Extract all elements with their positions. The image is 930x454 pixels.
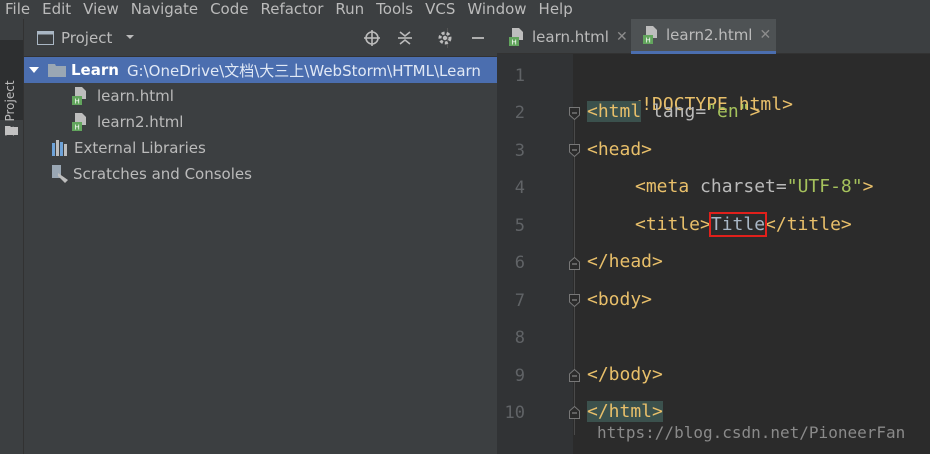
- svg-text:H: H: [75, 124, 80, 132]
- tab-learn-html[interactable]: H learn.html ✕: [497, 19, 631, 54]
- code-text-title: Title: [708, 212, 768, 237]
- tool-window-strip: 1: Project: [0, 19, 24, 454]
- code-tag: </html>: [587, 401, 663, 422]
- fold-guide: [574, 117, 575, 435]
- code-string: "UTF-8": [786, 176, 863, 197]
- html-file-icon: H: [72, 113, 86, 132]
- close-icon[interactable]: ✕: [759, 27, 771, 43]
- tree-item-label: External Libraries: [74, 139, 206, 157]
- project-panel-title[interactable]: Project: [61, 29, 112, 47]
- menu-tools[interactable]: Tools: [371, 0, 420, 19]
- code-line-1[interactable]: <!DOCTYPE html>: [587, 60, 793, 115]
- code-tag: <title>: [635, 214, 711, 235]
- svg-text:H: H: [75, 98, 80, 106]
- tree-scratches-consoles[interactable]: Scratches and Consoles: [24, 161, 497, 187]
- html-file-icon: H: [72, 87, 86, 106]
- line-number: 9: [514, 366, 525, 386]
- library-icon: [52, 140, 67, 156]
- project-panel-header: Project: [24, 19, 497, 57]
- tree-item-label: Scratches and Consoles: [73, 165, 252, 183]
- svg-text:H: H: [512, 38, 517, 46]
- fold-open-icon[interactable]: [569, 107, 580, 120]
- project-view-icon: [37, 31, 54, 45]
- code-line-9[interactable]: </body>: [587, 360, 663, 390]
- folder-icon: [48, 64, 66, 77]
- code-attr: lang=: [641, 101, 707, 122]
- line-number: 2: [514, 103, 525, 123]
- code-tag: </head>: [587, 251, 663, 272]
- code-line-3[interactable]: <head>: [587, 135, 652, 165]
- fold-open-icon[interactable]: [569, 294, 580, 307]
- code-tag: >: [862, 176, 874, 197]
- tree-file-learn-html[interactable]: H learn.html: [24, 83, 497, 109]
- line-number: 1: [514, 66, 525, 86]
- code-tag: <html: [587, 101, 642, 122]
- fold-open-icon[interactable]: [569, 144, 580, 157]
- fold-close-icon[interactable]: [569, 257, 580, 270]
- editor: H learn.html ✕ H learn2.html ✕ 1 2 3 4 5…: [497, 19, 930, 454]
- code-tag: <head>: [587, 139, 653, 160]
- svg-text:H: H: [646, 37, 651, 45]
- menu-navigate[interactable]: Navigate: [126, 0, 205, 19]
- line-number: 5: [514, 216, 525, 236]
- code-tag: </body>: [587, 364, 663, 385]
- menu-edit[interactable]: Edit: [37, 0, 78, 19]
- fold-close-icon[interactable]: [569, 369, 580, 382]
- code-attr: charset=: [689, 176, 787, 197]
- code-tag: </title>: [765, 214, 852, 235]
- tree-file-label: learn.html: [97, 87, 174, 105]
- code-line-4[interactable]: <meta charset="UTF-8">: [635, 172, 873, 202]
- code-line-7[interactable]: <body>: [587, 285, 652, 315]
- menu-view[interactable]: View: [78, 0, 126, 19]
- minimize-icon[interactable]: [469, 29, 487, 47]
- fold-close-icon[interactable]: [569, 406, 580, 419]
- tree-external-libraries[interactable]: External Libraries: [24, 135, 497, 161]
- project-panel: Project Learn G:\OneDrive\文档\大三上\WebStor…: [24, 19, 497, 454]
- tree-file-learn2-html[interactable]: H learn2.html: [24, 109, 497, 135]
- menu-refactor[interactable]: Refactor: [255, 0, 330, 19]
- locate-icon[interactable]: [363, 29, 381, 47]
- code-line-5[interactable]: <title>Title</title>: [635, 210, 852, 240]
- line-number: 3: [514, 141, 525, 161]
- menu-vcs[interactable]: VCS: [420, 0, 462, 19]
- tab-learn2-html[interactable]: H learn2.html ✕: [631, 19, 776, 54]
- collapse-all-icon[interactable]: [396, 29, 414, 47]
- line-number: 4: [514, 178, 525, 198]
- menu-run[interactable]: Run: [330, 0, 371, 19]
- menu-code[interactable]: Code: [205, 0, 255, 19]
- tree-root-learn[interactable]: Learn G:\OneDrive\文档\大三上\WebStorm\HTML\L…: [24, 57, 497, 83]
- close-icon[interactable]: ✕: [616, 29, 628, 45]
- line-number: 8: [514, 328, 525, 348]
- code-tag: >: [749, 101, 761, 122]
- code-tag: <meta: [635, 176, 690, 197]
- code-string: "en": [706, 101, 750, 122]
- watermark-text: https://blog.csdn.net/PioneerFan: [597, 423, 906, 442]
- gear-icon[interactable]: [436, 29, 454, 47]
- tab-label: learn.html: [532, 27, 609, 46]
- code-line-6[interactable]: </head>: [587, 247, 663, 277]
- menu-help[interactable]: Help: [534, 0, 580, 19]
- editor-tab-bar: H learn.html ✕ H learn2.html ✕: [497, 19, 930, 54]
- folder-icon: [5, 126, 18, 135]
- tree-file-label: learn2.html: [97, 113, 184, 131]
- html-file-icon: H: [509, 27, 523, 46]
- line-number: 7: [514, 291, 525, 311]
- tab-label: learn2.html: [666, 26, 753, 44]
- menu-window[interactable]: Window: [462, 0, 533, 19]
- menu-bar: File Edit View Navigate Code Refactor Ru…: [0, 0, 930, 19]
- menu-file[interactable]: File: [0, 0, 37, 19]
- tree-root-label: Learn: [71, 61, 119, 79]
- html-file-icon: H: [643, 26, 657, 45]
- chevron-down-icon[interactable]: [124, 32, 136, 42]
- line-number: 10: [504, 403, 525, 423]
- expand-arrow-icon[interactable]: [28, 65, 40, 75]
- tree-root-path: G:\OneDrive\文档\大三上\WebStorm\HTML\Learn: [126, 61, 481, 80]
- code-line-2[interactable]: <html lang="en">: [587, 97, 760, 127]
- scratches-icon: [52, 165, 68, 183]
- code-tag: <body>: [587, 289, 653, 310]
- line-number: 6: [514, 253, 525, 273]
- project-tool-tab[interactable]: 1: Project: [0, 40, 23, 137]
